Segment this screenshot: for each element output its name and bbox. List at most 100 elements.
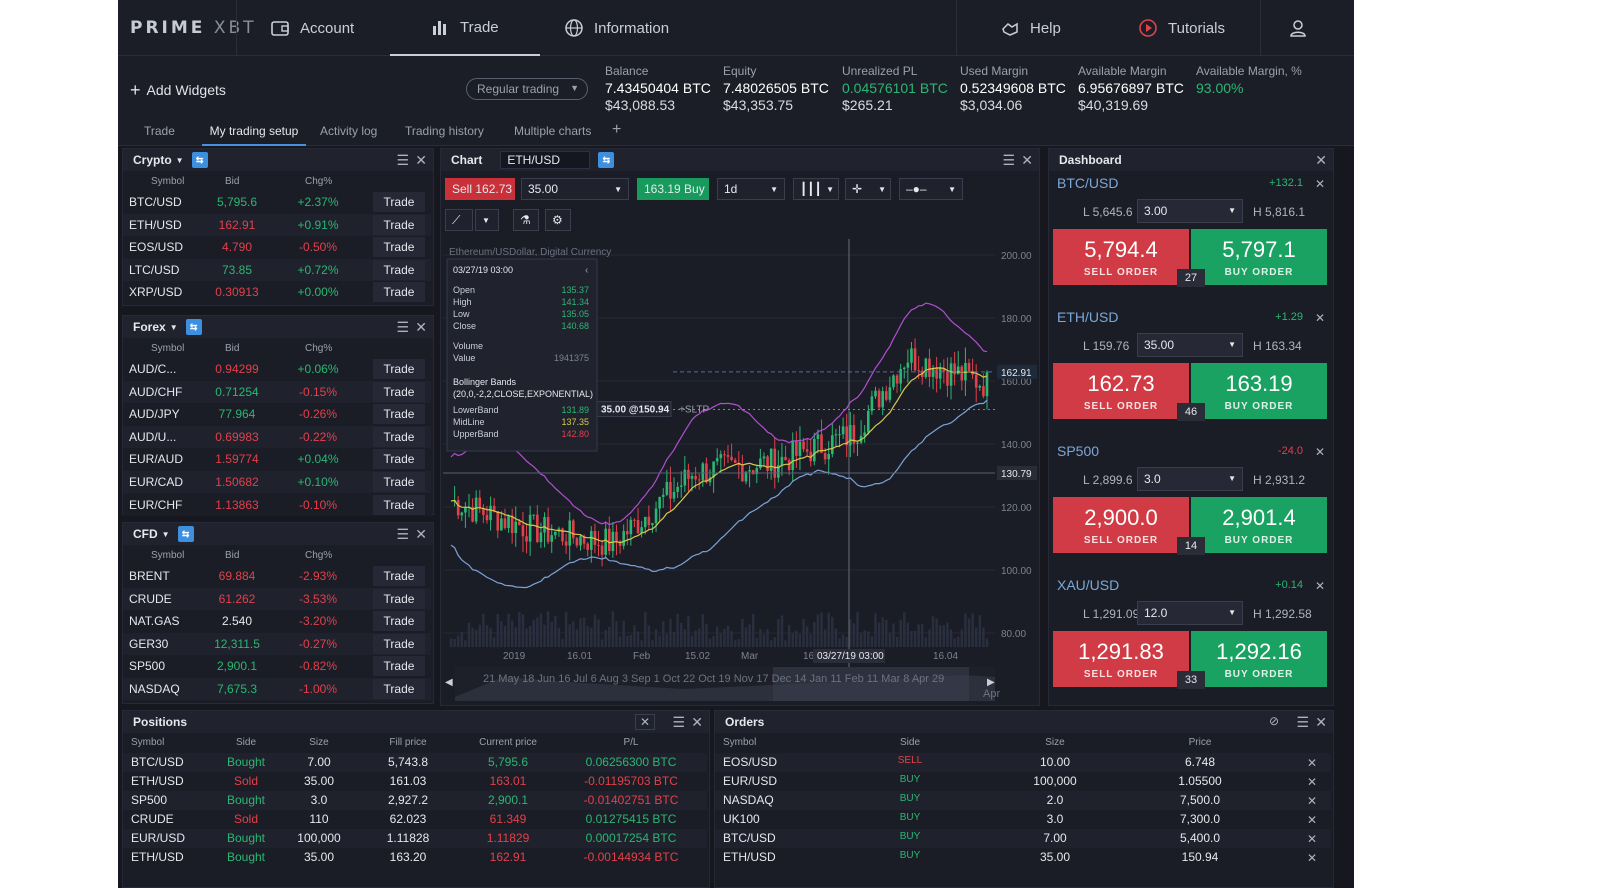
trade-button[interactable]: Trade	[373, 449, 425, 470]
add-widgets-button[interactable]: + Add Widgets	[130, 80, 226, 101]
sell-order-button[interactable]: 2,900.0 SELL ORDER	[1053, 497, 1189, 553]
quantity-select[interactable]: 3.0 ▼	[1137, 467, 1243, 491]
position-row[interactable]: SP500 Bought 3.0 2,927.2 2,900.1 -0.01402751 …	[123, 791, 707, 810]
trade-button[interactable]: Trade	[373, 633, 425, 654]
watchlist-row[interactable]: AUD/C... 0.94299 +0.06% Trade	[123, 358, 431, 380]
trade-button[interactable]: Trade	[373, 282, 425, 303]
draw-line-button[interactable]: ⟋	[445, 209, 473, 231]
remove-instrument-icon[interactable]: ✕	[1315, 177, 1325, 191]
watchlist-row[interactable]: BRENT 69.884 -2.93% Trade	[123, 565, 431, 587]
timeline-select[interactable]: –●– ▼	[899, 178, 963, 200]
trade-button[interactable]: Trade	[373, 426, 425, 447]
nav-trade[interactable]: Trade	[390, 0, 540, 56]
nav-information[interactable]: Information	[564, 0, 669, 56]
close-icon[interactable]: ✕	[1021, 152, 1033, 169]
order-row[interactable]: EOS/USD SELL 10.00 6.748 ✕	[715, 753, 1331, 772]
watchlist-row[interactable]: AUD/JPY 77.964 -0.26% Trade	[123, 403, 431, 426]
buy-order-button[interactable]: 163.19 BUY ORDER	[1191, 363, 1327, 419]
chart-symbol-input[interactable]: ETH/USD	[500, 151, 591, 169]
tab-my-trading-setup[interactable]: My trading setup	[202, 124, 306, 146]
sell-order-button[interactable]: 162.73 SELL ORDER	[1053, 363, 1189, 419]
order-row[interactable]: NASDAQ BUY 2.0 7,500.0 ✕	[715, 791, 1331, 810]
watchlist-row[interactable]: BTC/USD 5,795.6 +2.37% Trade	[123, 191, 431, 213]
close-icon[interactable]: ✕	[1315, 714, 1327, 731]
watchlist-row[interactable]: NAT.GAS 2.540 -3.20% Trade	[123, 610, 431, 633]
caret-down-icon[interactable]: ▼	[170, 323, 178, 332]
user-profile-button[interactable]	[1288, 0, 1308, 56]
quantity-select[interactable]: 35.00 ▼	[1137, 333, 1243, 357]
caret-down-icon[interactable]: ▼	[162, 530, 170, 539]
order-row[interactable]: BTC/USD BUY 7.00 5,400.0 ✕	[715, 829, 1331, 848]
chart-qty-select[interactable]: 35.00 ▼	[521, 178, 629, 200]
tab-activity-log[interactable]: Activity log	[320, 124, 377, 146]
menu-icon[interactable]: ☰	[1002, 152, 1015, 169]
trade-button[interactable]: Trade	[373, 588, 425, 609]
tab-multiple-charts[interactable]: Multiple charts	[514, 124, 591, 146]
chart-type-select[interactable]: ┃┃┃ ▼	[793, 178, 839, 200]
position-row[interactable]: BTC/USD Bought 7.00 5,743.8 5,795.6 0.0625630…	[123, 753, 707, 772]
watchlist-row[interactable]: SP500 2,900.1 -0.82% Trade	[123, 655, 431, 678]
cancel-order-icon[interactable]: ✕	[1307, 775, 1317, 789]
sell-order-button[interactable]: 5,794.4 SELL ORDER	[1053, 229, 1189, 285]
add-tab-button[interactable]: +	[612, 121, 621, 143]
watchlist-row[interactable]: CRUDE 61.262 -3.53% Trade	[123, 587, 431, 610]
watchlist-row[interactable]: XRP/USD 0.30913 +0.00% Trade	[123, 281, 431, 304]
cancel-all-icon[interactable]: ⊘	[1269, 714, 1279, 728]
indicators-button[interactable]: ⚗	[513, 209, 539, 231]
trading-mode-select[interactable]: Regular trading ▼	[466, 78, 588, 100]
cancel-order-icon[interactable]: ✕	[1307, 794, 1317, 808]
scroll-left-icon[interactable]: ◀	[445, 677, 453, 688]
watchlist-row[interactable]: EUR/CHF 1.13863 -0.10% Trade	[123, 493, 431, 516]
interval-select[interactable]: 1d ▼	[717, 178, 785, 200]
menu-icon[interactable]: ☰	[396, 526, 409, 543]
quantity-select[interactable]: 3.00 ▼	[1137, 199, 1243, 223]
forex-title[interactable]: Forex	[133, 320, 166, 334]
position-row[interactable]: CRUDE Sold 110 62.023 61.349 0.01275415 BTC	[123, 810, 707, 829]
tab-trade[interactable]: Trade	[144, 124, 175, 146]
quantity-select[interactable]: 12.0 ▼	[1137, 601, 1243, 625]
chart-buy-button[interactable]: 163.19 Buy	[637, 178, 709, 200]
position-row[interactable]: ETH/USD Sold 35.00 161.03 163.01 -0.01195703 …	[123, 772, 707, 791]
watchlist-row[interactable]: EOS/USD 4.790 -0.50% Trade	[123, 236, 431, 259]
chart-sell-button[interactable]: Sell 162.73	[445, 178, 515, 200]
trade-button[interactable]: Trade	[373, 381, 425, 402]
trade-button[interactable]: Trade	[373, 214, 425, 235]
menu-icon[interactable]: ☰	[672, 714, 685, 731]
buy-order-button[interactable]: 5,797.1 BUY ORDER	[1191, 229, 1327, 285]
watchlist-row[interactable]: EUR/AUD 1.59774 +0.04% Trade	[123, 448, 431, 471]
trade-button[interactable]: Trade	[373, 494, 425, 515]
watchlist-row[interactable]: AUD/U... 0.69983 -0.22% Trade	[123, 425, 431, 448]
scroll-right-icon[interactable]: ▶	[987, 677, 995, 688]
trade-button[interactable]: Trade	[373, 259, 425, 280]
link-icon[interactable]: ⇆	[177, 526, 194, 542]
price-chart[interactable]: 200.00180.00160.00140.00120.00100.0080.0…	[443, 237, 1039, 703]
tab-trading-history[interactable]: Trading history	[405, 124, 484, 146]
watchlist-row[interactable]: EUR/CAD 1.50682 +0.10% Trade	[123, 471, 431, 493]
close-icon[interactable]: ✕	[415, 319, 427, 336]
menu-icon[interactable]: ☰	[1296, 714, 1309, 731]
chevron-left-icon[interactable]: ‹	[585, 265, 588, 276]
nav-help[interactable]: Help	[1000, 0, 1061, 56]
watchlist-row[interactable]: LTC/USD 73.85 +0.72% Trade	[123, 258, 431, 281]
cancel-order-icon[interactable]: ✕	[1307, 832, 1317, 846]
order-row[interactable]: ETH/USD BUY 35.00 150.94 ✕	[715, 848, 1331, 867]
cancel-order-icon[interactable]: ✕	[1307, 813, 1317, 827]
remove-instrument-icon[interactable]: ✕	[1315, 311, 1325, 325]
remove-instrument-icon[interactable]: ✕	[1315, 579, 1325, 593]
watchlist-row[interactable]: ETH/USD 162.91 +0.91% Trade	[123, 213, 431, 236]
close-all-icon[interactable]: ✕	[634, 714, 655, 730]
watchlist-row[interactable]: NASDAQ 7,675.3 -1.00% Trade	[123, 678, 431, 700]
trade-button[interactable]: Trade	[373, 404, 425, 425]
crosshair-select[interactable]: ✛ ▼	[845, 178, 891, 200]
sltp-button[interactable]: +SLTP	[679, 405, 709, 416]
trade-button[interactable]: Trade	[373, 611, 425, 632]
close-icon[interactable]: ✕	[1315, 152, 1327, 169]
close-icon[interactable]: ✕	[691, 714, 703, 731]
nav-tutorials[interactable]: Tutorials	[1138, 0, 1225, 56]
sell-order-button[interactable]: 1,291.83 SELL ORDER	[1053, 631, 1189, 687]
watchlist-row[interactable]: GER30 12,311.5 -0.27% Trade	[123, 632, 431, 655]
menu-icon[interactable]: ☰	[396, 319, 409, 336]
cancel-order-icon[interactable]: ✕	[1307, 851, 1317, 865]
cfd-title[interactable]: CFD	[133, 527, 158, 541]
trade-button[interactable]: Trade	[373, 359, 425, 379]
